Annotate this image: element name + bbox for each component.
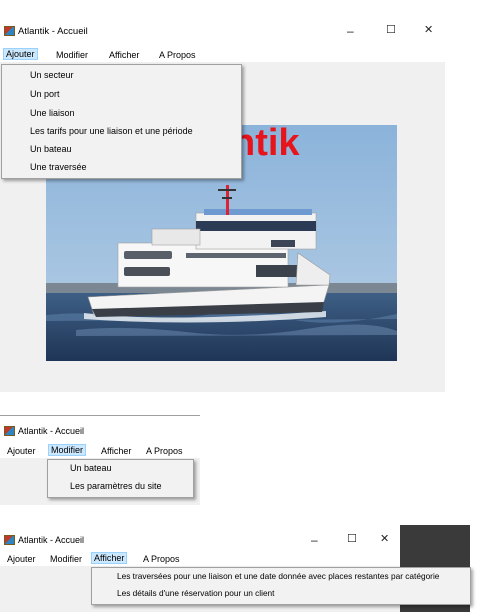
menu-ajouter[interactable]: Ajouter	[4, 445, 39, 457]
menu-modifier[interactable]: Modifier	[48, 444, 87, 456]
menu-ajouter[interactable]: Ajouter	[3, 48, 38, 60]
window-accueil-1: Atlantik - Accueil – ☐ ✕ Ajouter Modifie…	[0, 0, 445, 392]
menu-a-propos[interactable]: A Propos	[140, 553, 183, 565]
menu-item-un-port[interactable]: Un port	[30, 89, 60, 99]
maximize-button[interactable]: ☐	[347, 534, 357, 545]
menu-item-traversees-places[interactable]: Les traversées pour une liaison et une d…	[117, 571, 439, 581]
window-title: Atlantik - Accueil	[18, 426, 85, 436]
menu-item-un-bateau[interactable]: Un bateau	[70, 463, 112, 473]
menu-afficher[interactable]: Afficher	[106, 49, 142, 61]
menu-afficher[interactable]: Afficher	[91, 552, 128, 564]
app-icon	[4, 26, 15, 36]
menu-item-un-bateau[interactable]: Un bateau	[30, 144, 72, 154]
minimize-button[interactable]: –	[347, 25, 354, 37]
window-title: Atlantik - Accueil	[18, 26, 88, 37]
window-title: Atlantik - Accueil	[18, 535, 85, 545]
window-accueil-3: Atlantik - Accueil – ☐ ✕ Ajouter Modifie…	[0, 525, 482, 612]
menu-item-une-liaison[interactable]: Une liaison	[30, 108, 75, 118]
menu-item-un-secteur[interactable]: Un secteur	[30, 70, 74, 80]
maximize-button[interactable]: ☐	[386, 25, 396, 36]
app-icon	[4, 426, 15, 436]
menu-item-details-reservation[interactable]: Les détails d'une réservation pour un cl…	[117, 588, 274, 598]
window-accueil-2: Atlantik - Accueil Ajouter Modifier Affi…	[0, 415, 200, 505]
menu-afficher[interactable]: Afficher	[98, 445, 134, 457]
menu-item-parametres-site[interactable]: Les paramètres du site	[70, 481, 162, 491]
menu-modifier[interactable]: Modifier	[53, 49, 91, 61]
menu-a-propos[interactable]: A Propos	[143, 445, 186, 457]
menu-a-propos[interactable]: A Propos	[156, 49, 199, 61]
menu-modifier[interactable]: Modifier	[47, 553, 85, 565]
menu-item-les-tarifs[interactable]: Les tarifs pour une liaison et une pério…	[30, 126, 193, 136]
close-button[interactable]: ✕	[380, 534, 389, 545]
minimize-button[interactable]: –	[311, 534, 318, 546]
menu-item-une-traversee[interactable]: Une traversée	[30, 162, 87, 172]
banner-text: ntik	[232, 122, 300, 164]
close-button[interactable]: ✕	[424, 25, 433, 36]
menu-ajouter[interactable]: Ajouter	[4, 553, 39, 565]
app-icon	[4, 535, 15, 545]
